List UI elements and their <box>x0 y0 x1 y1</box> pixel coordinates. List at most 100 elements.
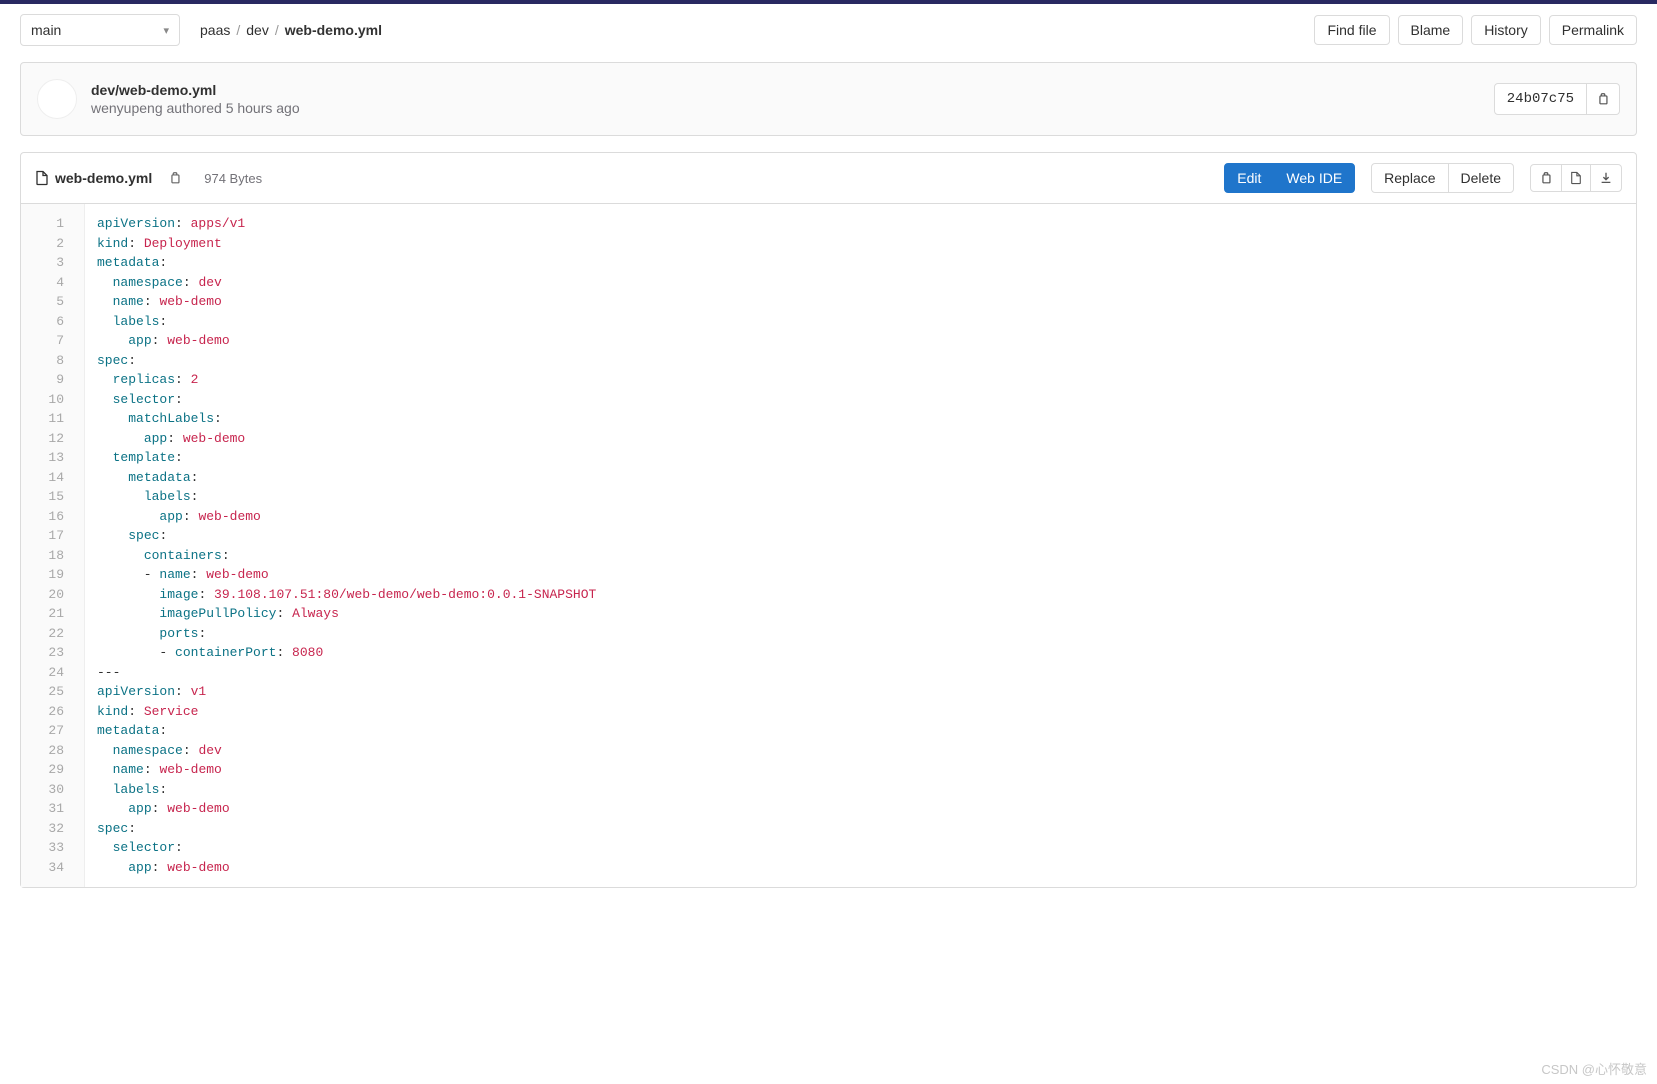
code-line: apiVersion: v1 <box>97 682 1624 702</box>
line-number[interactable]: 31 <box>21 799 68 819</box>
code-line: app: web-demo <box>97 507 1624 527</box>
file-extra-group <box>1530 164 1622 192</box>
permalink-button[interactable]: Permalink <box>1549 15 1637 45</box>
code-line: app: web-demo <box>97 429 1624 449</box>
line-number[interactable]: 13 <box>21 448 68 468</box>
code-line: app: web-demo <box>97 799 1624 819</box>
line-number[interactable]: 30 <box>21 780 68 800</box>
line-number[interactable]: 33 <box>21 838 68 858</box>
file-title: web-demo.yml <box>35 170 152 186</box>
line-number[interactable]: 18 <box>21 546 68 566</box>
line-number[interactable]: 3 <box>21 253 68 273</box>
blame-button[interactable]: Blame <box>1398 15 1464 45</box>
commit-sha-group: 24b07c75 <box>1494 83 1620 115</box>
code-line: labels: <box>97 780 1624 800</box>
chevron-down-icon: ▾ <box>163 24 169 37</box>
replace-delete-group: Replace Delete <box>1371 163 1514 193</box>
code-line: apiVersion: apps/v1 <box>97 214 1624 234</box>
line-number[interactable]: 5 <box>21 292 68 312</box>
line-number[interactable]: 19 <box>21 565 68 585</box>
line-number[interactable]: 34 <box>21 858 68 878</box>
replace-button[interactable]: Replace <box>1371 163 1448 193</box>
code-line: namespace: dev <box>97 273 1624 293</box>
line-number[interactable]: 2 <box>21 234 68 254</box>
code-line: - name: web-demo <box>97 565 1624 585</box>
code-line: selector: <box>97 838 1624 858</box>
code-line: selector: <box>97 390 1624 410</box>
file-size: 974 Bytes <box>204 171 262 186</box>
code-line: spec: <box>97 351 1624 371</box>
download-button[interactable] <box>1590 164 1622 192</box>
line-number[interactable]: 26 <box>21 702 68 722</box>
clipboard-icon <box>168 171 182 185</box>
code-line: name: web-demo <box>97 292 1624 312</box>
code-content[interactable]: apiVersion: apps/v1kind: Deploymentmetad… <box>85 204 1636 887</box>
commit-author[interactable]: wenyupeng <box>91 100 163 116</box>
file-panel: web-demo.yml 974 Bytes Edit Web IDE Repl… <box>20 152 1637 888</box>
commit-box: dev/web-demo.yml wenyupeng authored 5 ho… <box>20 62 1637 136</box>
copy-path-button[interactable] <box>160 165 190 191</box>
code-line: --- <box>97 663 1624 683</box>
breadcrumb-sep: / <box>236 22 240 38</box>
code-line: template: <box>97 448 1624 468</box>
delete-button[interactable]: Delete <box>1448 163 1514 193</box>
code-line: ports: <box>97 624 1624 644</box>
line-number[interactable]: 6 <box>21 312 68 332</box>
line-number[interactable]: 9 <box>21 370 68 390</box>
line-gutter: 1234567891011121314151617181920212223242… <box>21 204 85 887</box>
line-number[interactable]: 10 <box>21 390 68 410</box>
line-number[interactable]: 17 <box>21 526 68 546</box>
commit-when: 5 hours ago <box>226 100 300 116</box>
line-number[interactable]: 20 <box>21 585 68 605</box>
file-icon <box>35 170 49 186</box>
line-number[interactable]: 1 <box>21 214 68 234</box>
file-toolbar: main ▾ paas / dev / web-demo.yml Find fi… <box>20 14 1637 46</box>
breadcrumb-mid[interactable]: dev <box>246 22 269 38</box>
code-line: namespace: dev <box>97 741 1624 761</box>
code-line: containers: <box>97 546 1624 566</box>
commit-meta: wenyupeng authored 5 hours ago <box>91 100 1480 116</box>
line-number[interactable]: 23 <box>21 643 68 663</box>
line-number[interactable]: 15 <box>21 487 68 507</box>
history-button[interactable]: History <box>1471 15 1541 45</box>
webide-button[interactable]: Web IDE <box>1273 163 1355 193</box>
copy-contents-button[interactable] <box>1530 164 1562 192</box>
commit-title[interactable]: dev/web-demo.yml <box>91 82 1480 98</box>
line-number[interactable]: 28 <box>21 741 68 761</box>
line-number[interactable]: 25 <box>21 682 68 702</box>
code-line: kind: Service <box>97 702 1624 722</box>
raw-button[interactable] <box>1561 164 1591 192</box>
code-line: kind: Deployment <box>97 234 1624 254</box>
line-number[interactable]: 12 <box>21 429 68 449</box>
branch-name: main <box>31 22 61 38</box>
line-number[interactable]: 32 <box>21 819 68 839</box>
line-number[interactable]: 8 <box>21 351 68 371</box>
line-number[interactable]: 11 <box>21 409 68 429</box>
document-icon <box>1570 171 1582 185</box>
line-number[interactable]: 14 <box>21 468 68 488</box>
branch-selector[interactable]: main ▾ <box>20 14 180 46</box>
code-line: spec: <box>97 526 1624 546</box>
line-number[interactable]: 4 <box>21 273 68 293</box>
edit-button[interactable]: Edit <box>1224 163 1274 193</box>
line-number[interactable]: 7 <box>21 331 68 351</box>
code-line: image: 39.108.107.51:80/web-demo/web-dem… <box>97 585 1624 605</box>
line-number[interactable]: 24 <box>21 663 68 683</box>
code-line: metadata: <box>97 253 1624 273</box>
line-number[interactable]: 27 <box>21 721 68 741</box>
code-line: replicas: 2 <box>97 370 1624 390</box>
commit-sha[interactable]: 24b07c75 <box>1494 83 1587 115</box>
download-icon <box>1599 171 1613 185</box>
line-number[interactable]: 22 <box>21 624 68 644</box>
clipboard-icon <box>1539 171 1553 185</box>
line-number[interactable]: 21 <box>21 604 68 624</box>
code-line: name: web-demo <box>97 760 1624 780</box>
line-number[interactable]: 16 <box>21 507 68 527</box>
breadcrumb-root[interactable]: paas <box>200 22 230 38</box>
commit-verb: authored <box>167 100 222 116</box>
find-file-button[interactable]: Find file <box>1314 15 1389 45</box>
copy-sha-button[interactable] <box>1587 83 1620 115</box>
breadcrumb-current: web-demo.yml <box>285 22 382 38</box>
watermark: CSDN @心怀敬意 <box>1541 1059 1647 1078</box>
line-number[interactable]: 29 <box>21 760 68 780</box>
